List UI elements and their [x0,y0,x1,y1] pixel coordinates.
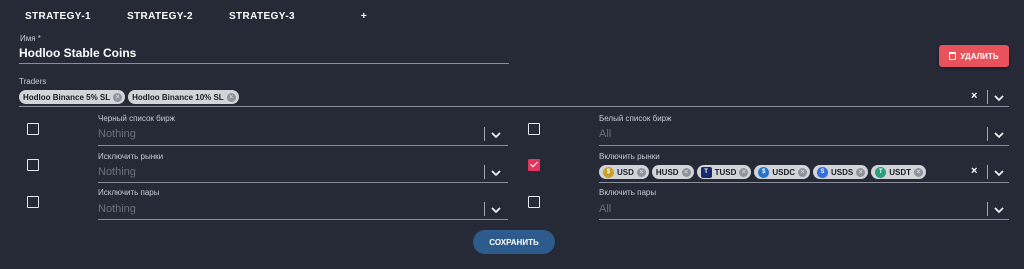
market-chip-label: USD [617,167,634,177]
exclude-pairs-select[interactable]: Nothing [98,203,136,215]
delete-button[interactable]: УДАЛИТЬ [939,45,1009,67]
tusd-coin-icon: T [700,166,712,178]
chip-remove-icon[interactable]: × [798,167,808,177]
separator [987,127,988,141]
exchange-blacklist-checkbox[interactable] [27,123,39,135]
include-markets-clear-icon[interactable]: × [971,165,977,177]
separator [987,90,988,104]
usdc-coin-icon: $ [758,166,770,178]
include-pairs-select[interactable]: All [599,203,611,215]
chevron-down-icon[interactable] [490,130,502,140]
chip-remove-icon[interactable]: × [636,167,646,177]
traders-chips: Hodloo Binance 5% SL × Hodloo Binance 10… [19,90,239,104]
market-chip-label: USDT [889,167,912,177]
market-chip: $ USDC × [754,165,811,179]
exchange-blacklist-label: Черный список бирж [98,114,176,123]
traders-label: Traders [19,77,47,86]
chevron-down-icon[interactable] [993,130,1005,140]
exchange-blacklist-select[interactable]: Nothing [98,128,136,140]
exclude-markets-label: Исключить рынки [98,152,164,161]
include-markets-underline [599,182,1009,183]
exclude-markets-underline [98,182,508,183]
chevron-down-icon[interactable] [490,205,502,215]
include-pairs-checkbox[interactable] [528,196,540,208]
name-field-underline [19,63,509,64]
chevron-down-icon[interactable] [993,205,1005,215]
separator [484,165,485,179]
separator [484,202,485,216]
chip-remove-icon[interactable]: × [856,167,866,177]
exclude-pairs-label: Исключить пары [98,188,160,197]
separator [484,127,485,141]
include-markets-label: Включить рынки [599,152,660,161]
add-tab-button[interactable]: + [356,11,372,27]
tab-strategy-2[interactable]: STRATEGY-2 [110,11,210,27]
chevron-down-icon[interactable] [993,93,1005,103]
name-label: Имя * [20,34,41,43]
separator [987,165,988,179]
exchange-whitelist-underline [599,145,1009,146]
trader-chip-label: Hodloo Binance 5% SL [23,92,111,102]
trader-chip-label: Hodloo Binance 10% SL [132,92,224,102]
exclude-markets-checkbox[interactable] [27,159,39,171]
chevron-down-icon[interactable] [993,168,1005,178]
trader-chip: Hodloo Binance 10% SL × [128,90,239,104]
market-chip: HUSD × [651,165,694,179]
market-chip: T TUSD × [696,165,752,179]
market-chip-label: USDS [831,167,854,177]
exchange-blacklist-underline [98,145,508,146]
strategy-tabs: STRATEGY-1 STRATEGY-2 STRATEGY-3 + [0,0,1024,34]
trash-icon [949,52,957,60]
tab-strategy-3[interactable]: STRATEGY-3 [212,11,312,27]
market-chip: T USDT × [871,165,927,179]
tab-strategy-1[interactable]: STRATEGY-1 [8,11,108,27]
include-markets-checkbox[interactable] [528,159,540,171]
market-chip: $ USD × [599,165,649,179]
name-field[interactable]: Hodloo Stable Coins [19,46,136,60]
chip-remove-icon[interactable]: × [113,92,123,102]
chip-remove-icon[interactable]: × [739,167,749,177]
exchange-whitelist-checkbox[interactable] [528,123,540,135]
include-markets-chips: $ USD × HUSD × T TUSD × $ USDC × S USDS … [599,165,927,179]
market-chip-label: USDC [772,167,796,177]
trader-chip: Hodloo Binance 5% SL × [19,90,126,104]
market-chip-label: HUSD [655,167,679,177]
market-chip: S USDS × [813,165,869,179]
chip-remove-icon[interactable]: × [914,167,924,177]
exclude-pairs-underline [98,219,508,220]
exchange-whitelist-label: Белый список бирж [599,114,672,123]
include-pairs-underline [599,219,1009,220]
chevron-down-icon[interactable] [490,168,502,178]
exclude-pairs-checkbox[interactable] [27,196,39,208]
include-pairs-label: Включить пары [599,188,657,197]
delete-button-label: УДАЛИТЬ [960,51,999,61]
chip-remove-icon[interactable]: × [681,167,691,177]
exclude-markets-select[interactable]: Nothing [98,166,136,178]
save-button[interactable]: СОХРАНИТЬ [473,230,555,254]
usds-coin-icon: S [817,166,829,178]
market-chip-label: TUSD [714,167,737,177]
chip-remove-icon[interactable]: × [226,92,236,102]
traders-underline [19,106,1009,107]
usdt-coin-icon: T [875,166,887,178]
traders-clear-icon[interactable]: × [971,90,977,102]
exchange-whitelist-select[interactable]: All [599,128,611,140]
usd-coin-icon: $ [603,166,614,178]
separator [987,202,988,216]
